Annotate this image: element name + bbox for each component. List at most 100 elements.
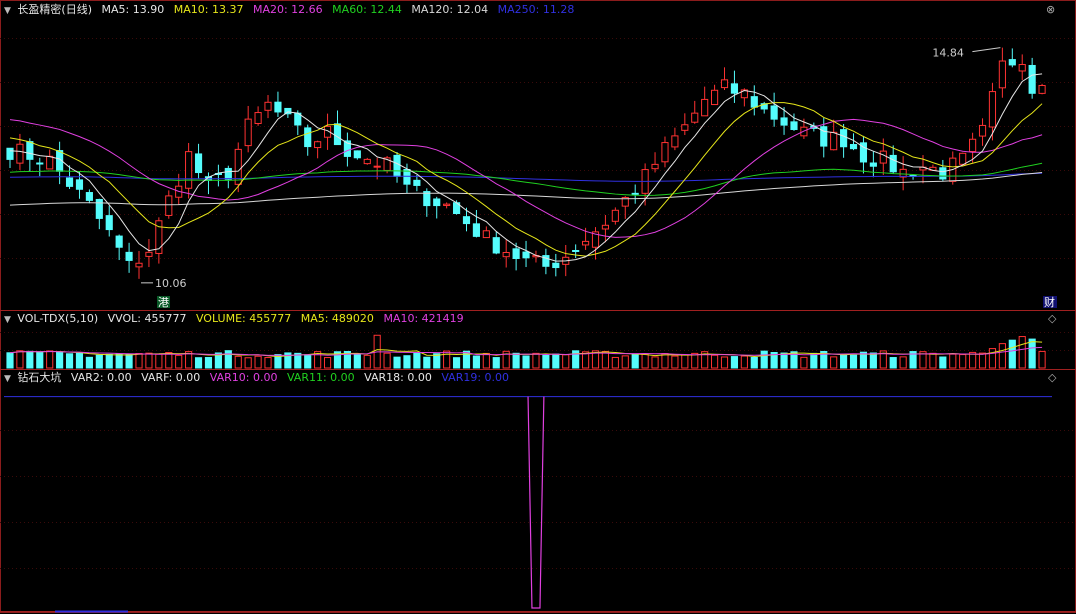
volume-bar-down <box>840 354 848 369</box>
candle-down <box>790 121 798 130</box>
chart: 14.84 10.06 港 财 <box>0 0 1076 613</box>
volume-bar-down <box>1028 338 1036 369</box>
candle-down <box>522 251 530 259</box>
volume-bar-up <box>323 357 332 369</box>
vol-ma5-label: MA5: 489020 <box>300 312 374 325</box>
volume-bar-up <box>155 353 163 369</box>
var10-line <box>527 396 545 609</box>
candle-up <box>482 230 490 239</box>
candle-up <box>978 124 987 137</box>
volume-bar-down <box>869 352 877 369</box>
high-pointer <box>972 47 1001 53</box>
candle-up <box>165 195 173 216</box>
main-chart-title: 长盈精密(日线) <box>17 3 93 16</box>
volume-bar-down <box>204 357 213 369</box>
candle-down <box>333 123 342 146</box>
ma60-line <box>9 162 1043 196</box>
candle-up <box>601 224 610 230</box>
volume-bar-up <box>165 352 173 369</box>
gang-marker: 港 <box>158 296 169 309</box>
var11-label: VAR11: 0.00 <box>286 371 355 384</box>
volume-bar-up <box>988 348 997 369</box>
candle-down <box>274 101 282 113</box>
low-price-label: 10.06 <box>155 277 187 290</box>
indicator-header: ▼ 钻石大坑 VAR2: 0.00 VARF: 0.00 VAR10: 0.00… <box>4 370 515 386</box>
volume-bar-down <box>780 352 788 369</box>
candle-up <box>611 209 619 222</box>
volume-bar-down <box>552 353 560 369</box>
candle-up <box>264 101 272 111</box>
var19-label: VAR19: 0.00 <box>441 371 510 384</box>
diamond-icon[interactable]: ◇ <box>1048 371 1056 384</box>
close-icon[interactable]: ⊗ <box>1046 3 1055 16</box>
candle-up <box>314 141 322 149</box>
collapse-triangle-icon[interactable]: ▼ <box>4 315 11 325</box>
volume-bar-down <box>125 353 133 369</box>
ma10-label: MA10: 13.37 <box>173 3 244 16</box>
var10-label: VAR10: 0.00 <box>209 371 278 384</box>
candle-up <box>830 131 838 151</box>
volume-bar-down <box>105 353 113 369</box>
volume-title: VOL-TDX(5,10) <box>17 312 99 325</box>
candle-up <box>502 252 510 258</box>
volume-bar-up <box>720 356 729 369</box>
candle-down <box>125 251 133 261</box>
volume-bar-down <box>56 351 64 369</box>
volume-bar-down <box>26 350 34 369</box>
candle-down <box>492 237 500 254</box>
volume-bar-down <box>413 352 421 369</box>
volume-bar-up <box>661 353 669 369</box>
candle-up <box>651 163 659 170</box>
vol-ma10-label: MA10: 421419 <box>383 312 464 325</box>
ma250-label: MA250: 11.28 <box>497 3 575 16</box>
var2-label: VAR2: 0.00 <box>70 371 132 384</box>
volume-bar-up <box>135 353 143 369</box>
volume-bar-up <box>244 357 252 369</box>
candle-down <box>194 153 203 174</box>
candle-down <box>730 83 739 94</box>
volume-bar-down <box>750 356 758 369</box>
volume-bar-down <box>492 357 500 369</box>
candle-down <box>1028 64 1036 94</box>
candle-down <box>105 215 113 231</box>
volume-bar-down <box>542 354 550 369</box>
candle-down <box>393 154 401 177</box>
candle-up <box>254 112 262 124</box>
cai-marker: 财 <box>1044 295 1055 309</box>
collapse-triangle-icon[interactable]: ▼ <box>4 374 11 384</box>
collapse-triangle-icon[interactable]: ▼ <box>4 6 11 16</box>
volume-bar-down <box>75 352 84 369</box>
var18-label: VAR18: 0.00 <box>364 371 432 384</box>
candle-down <box>353 150 361 159</box>
diamond-icon[interactable]: ◇ <box>1048 312 1056 325</box>
candle-down <box>869 162 877 167</box>
volume-bar-up <box>621 355 629 369</box>
volume-bar-up <box>264 357 272 369</box>
candle-up <box>244 118 252 147</box>
volume-bar-down <box>512 352 520 369</box>
volume-bar-up <box>959 354 967 369</box>
candle-down <box>75 179 84 190</box>
candle-down <box>889 154 897 173</box>
volume-bar-down <box>810 352 818 369</box>
volume-bar-down <box>36 351 44 369</box>
volume-bar-up <box>641 353 649 369</box>
candle-up <box>234 148 242 185</box>
volume-bar-down <box>353 354 361 369</box>
volume-bar-up <box>711 354 719 369</box>
candle-up <box>1038 85 1046 94</box>
candle-up <box>661 142 669 163</box>
volume-bar-up <box>482 352 490 369</box>
candle-up <box>443 203 451 206</box>
volume-bar-up <box>740 355 748 369</box>
ma20-label: MA20: 12.66 <box>252 3 323 16</box>
ma5-label: MA5: 13.90 <box>101 3 165 16</box>
volume-bar-up <box>949 353 957 369</box>
candle-down <box>85 192 93 201</box>
volume-bar-up <box>1038 350 1046 369</box>
ma120-line <box>9 171 1043 206</box>
candle-up <box>16 143 24 164</box>
varf-label: VARF: 0.00 <box>141 371 201 384</box>
candle-up <box>988 91 997 128</box>
candle-up <box>969 138 977 152</box>
